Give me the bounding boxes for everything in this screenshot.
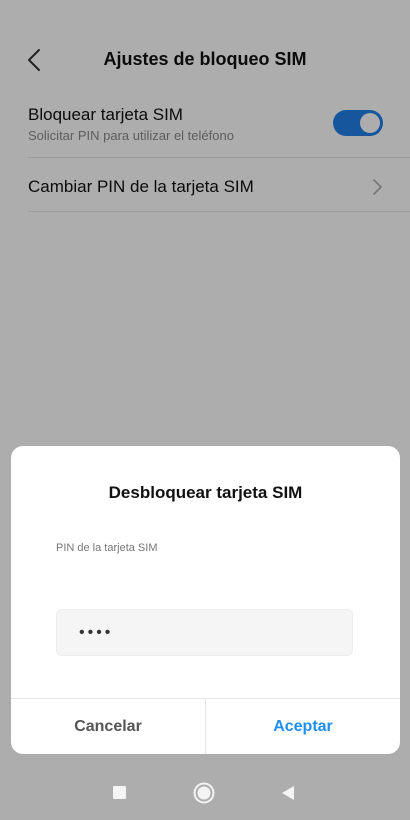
cancel-button[interactable]: Cancelar (11, 699, 205, 754)
back-icon[interactable] (281, 786, 295, 800)
accept-button[interactable]: Aceptar (206, 699, 400, 754)
pin-label: PIN de la tarjeta SIM (56, 542, 158, 554)
unlock-sim-dialog: Desbloquear tarjeta SIM PIN de la tarjet… (11, 446, 400, 754)
navigation-bar (0, 766, 410, 820)
dialog-title: Desbloquear tarjeta SIM (108, 483, 303, 502)
pin-input[interactable] (56, 609, 353, 656)
home-icon[interactable] (193, 782, 215, 804)
recents-icon[interactable] (113, 786, 126, 799)
